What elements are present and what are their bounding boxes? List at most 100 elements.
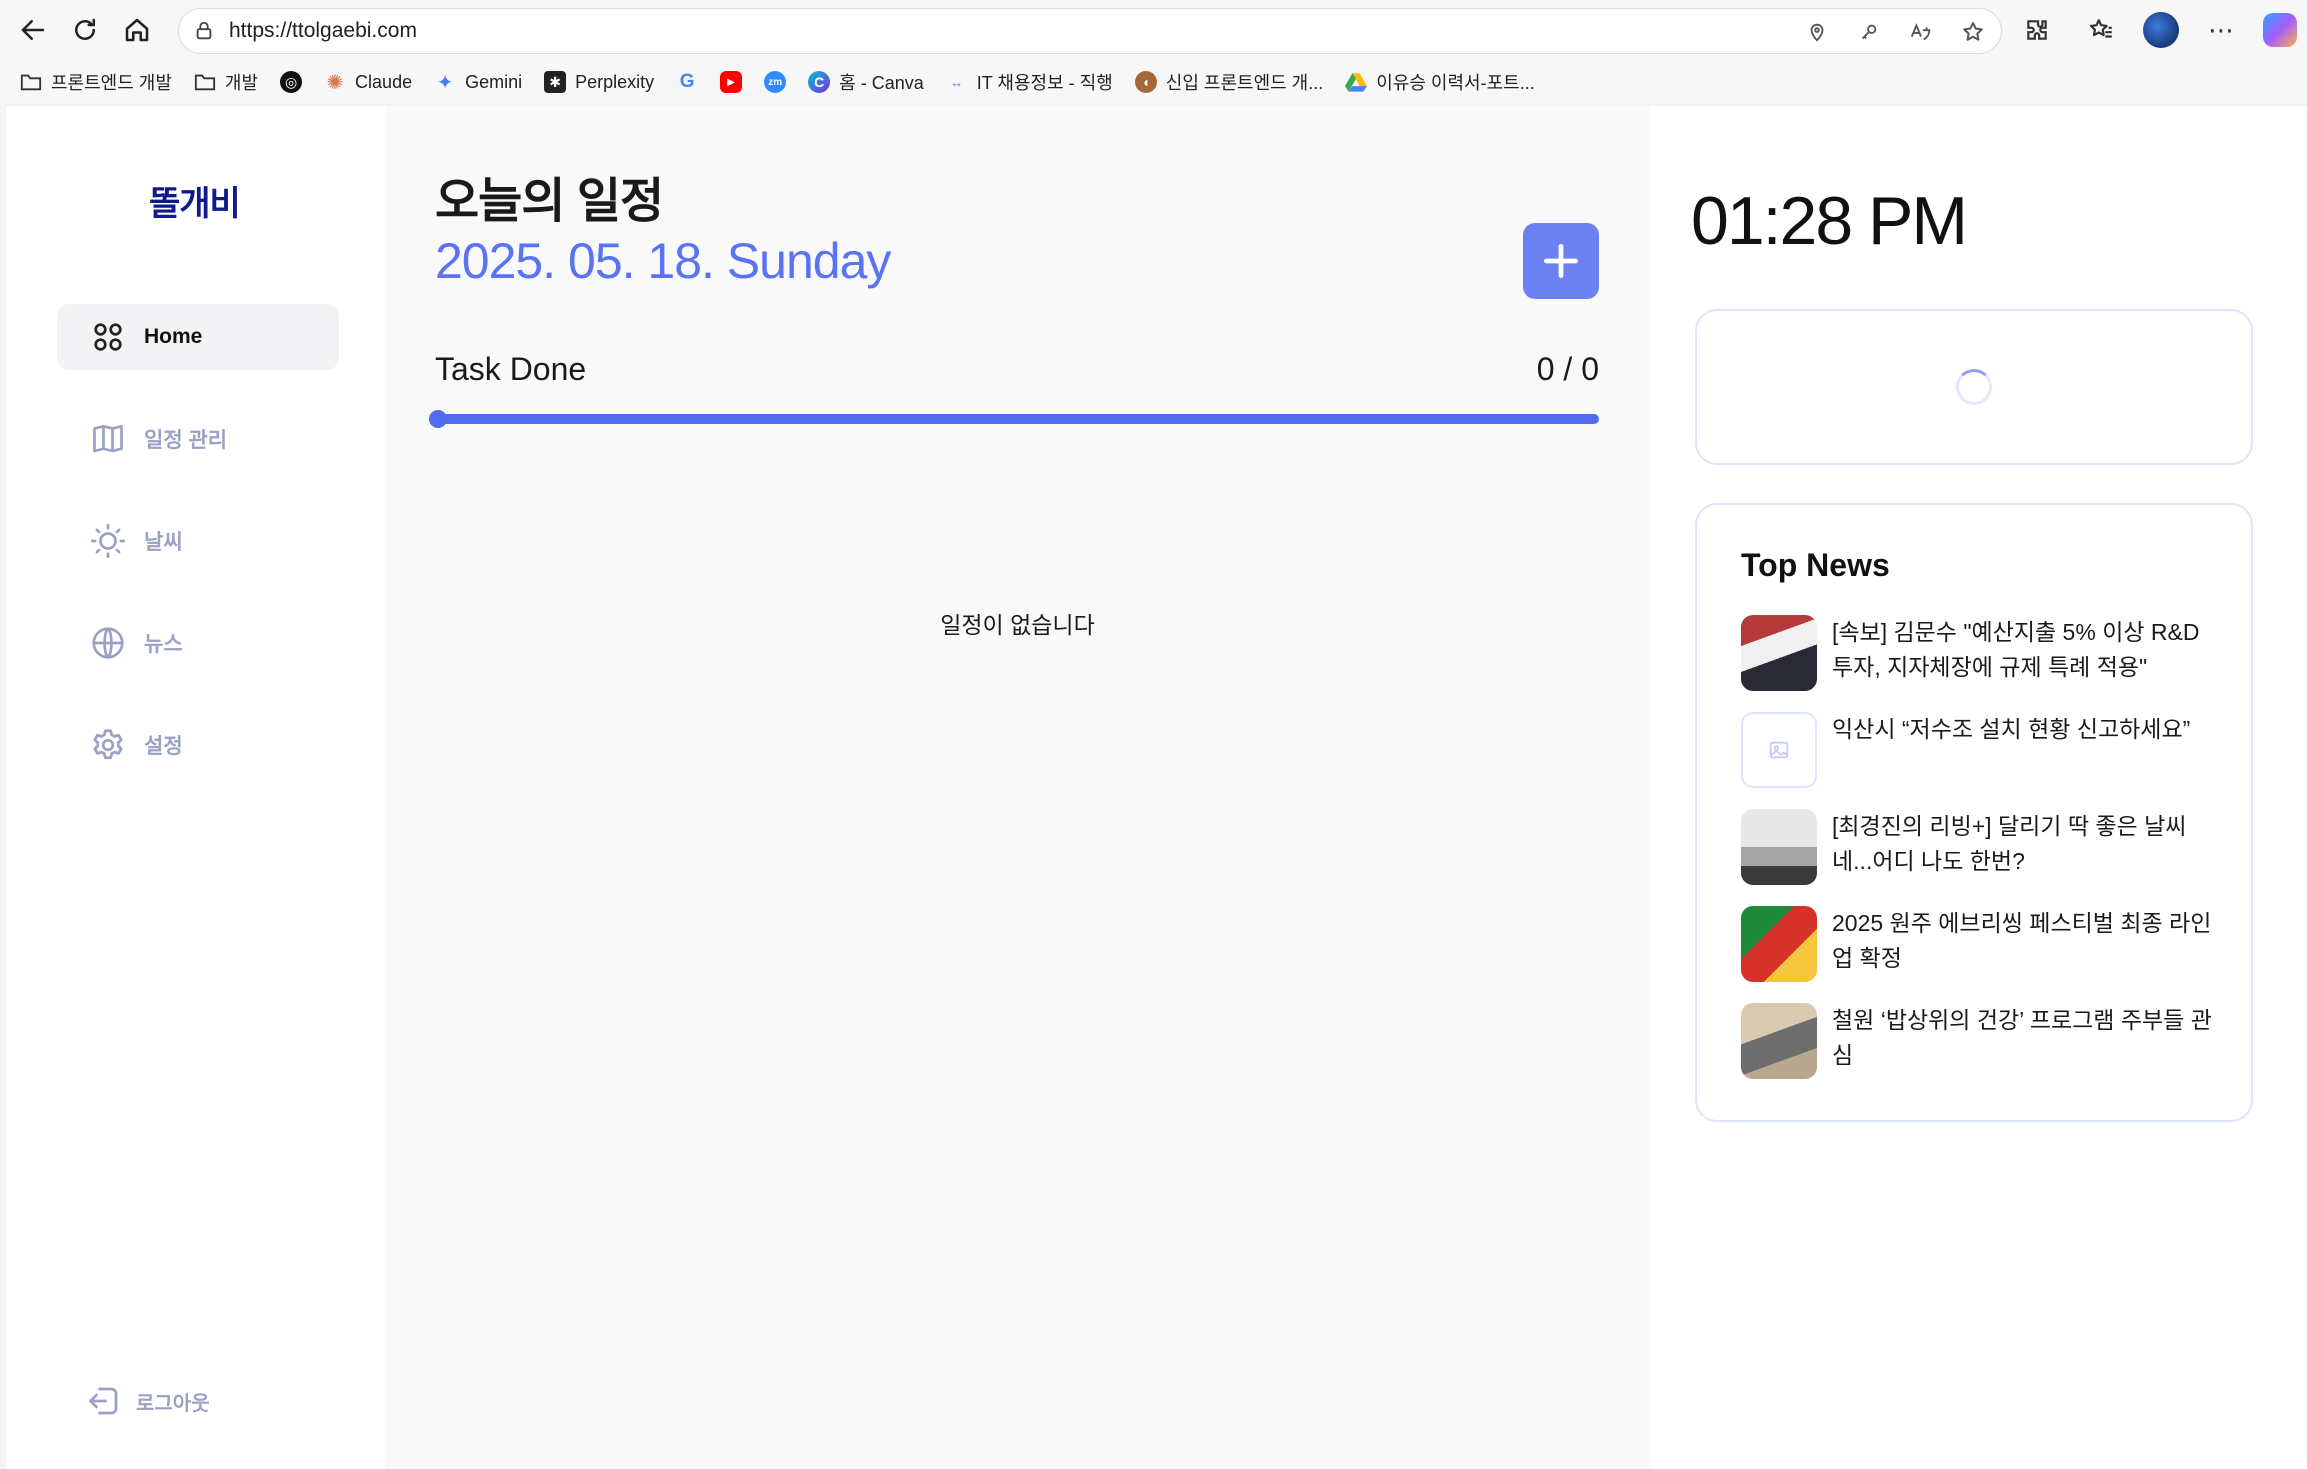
grid-icon [94,323,122,351]
bookmark-frontend-folder[interactable]: 프론트엔드 개발 [20,69,172,95]
bookmark-jikhaeng[interactable]: ↔ IT 채용정보 - 직행 [946,69,1113,95]
more-options-icon[interactable]: ⋯ [2199,8,2243,52]
plus-icon [1543,243,1579,279]
clock: 01:28 PM [1691,183,1968,259]
canva-icon: C [808,71,831,93]
news-headline[interactable]: 익산시 “저수조 설치 현황 신고하세요” [1832,712,2190,747]
sidebar-item-home[interactable]: Home [57,304,339,370]
current-date: 2025. 05. 18. Sunday [435,233,891,289]
news-headline[interactable]: [속보] 김문수 "예산지출 5% 이상 R&D 투자, 지자체장에 규제 특례… [1832,615,2221,685]
browser-toolbar: https://ttolgaebi.com ⋯ [0,0,2307,60]
sidebar-item-label: Home [144,325,203,348]
sidebar-item-label: 뉴스 [144,633,183,656]
news-card: Top News [속보] 김문수 "예산지출 5% 이상 R&D 투자, 지자… [1695,503,2253,1122]
bookmark-zoom[interactable]: zm [764,71,787,93]
sidebar-item-label: 일정 관리 [144,429,228,452]
squirrel-icon: ◖ [1134,71,1157,93]
news-headline[interactable]: [최경진의 리빙+] 달리기 딱 좋은 날씨네...어디 나도 한번? [1832,809,2221,879]
news-item[interactable]: [속보] 김문수 "예산지출 5% 이상 R&D 투자, 지자체장에 규제 특례… [1741,615,2221,712]
home-button[interactable] [118,11,156,49]
google-drive-icon [1345,71,1368,93]
folder-icon [20,74,42,91]
sidebar-item-label: 설정 [144,735,183,758]
news-item[interactable]: [최경진의 리빙+] 달리기 딱 좋은 날씨네...어디 나도 한번? [1741,809,2221,906]
weather-card [1695,309,2253,465]
sidebar: 똘개비 Home 일정 관리 날씨 뉴스 설정 로그아웃 [6,106,386,1469]
bookmark-perplexity[interactable]: ✱ Perplexity [544,71,654,93]
copilot-icon[interactable] [2263,13,2297,47]
app-page: 똘개비 Home 일정 관리 날씨 뉴스 설정 로그아웃 오늘의 일정 2025… [6,106,2307,1469]
news-item[interactable]: 2025 원주 에브리씽 페스티벌 최종 라인업 확정 [1741,906,2221,1003]
news-item[interactable]: 철원 ‘밥상위의 건강’ 프로그램 주부들 관심 [1741,1003,2221,1100]
bookmark-google[interactable]: G [676,71,698,93]
back-button[interactable] [14,11,52,49]
location-icon[interactable] [1803,18,1831,46]
lock-icon[interactable] [193,20,215,42]
progress-handle [429,410,447,428]
empty-schedule-message: 일정이 없습니다 [940,612,1095,638]
bookmark-gemini[interactable]: ✦ Gemini [434,71,522,94]
bookmark-canva[interactable]: C 홈 - Canva [808,69,924,95]
sidebar-item-schedule[interactable]: 일정 관리 [57,406,339,472]
sun-icon [90,523,126,559]
page-title: 오늘의 일정 [435,175,664,228]
main-content: 오늘의 일정 2025. 05. 18. Sunday Task Done 0 … [386,106,1649,1469]
news-thumbnail [1741,1003,1817,1079]
folder-icon [194,74,216,91]
logout-icon [89,1387,118,1415]
claude-icon: ✺ [326,71,344,94]
news-list: [속보] 김문수 "예산지출 5% 이상 R&D 투자, 지자체장에 규제 특례… [1741,615,2221,1100]
sidebar-item-news[interactable]: 뉴스 [57,610,339,676]
sidebar-item-settings[interactable]: 설정 [57,712,339,778]
favorites-icon[interactable] [2079,8,2123,52]
news-headline[interactable]: 2025 원주 에브리씽 페스티벌 최종 라인업 확정 [1832,906,2221,976]
bookmarks-bar: 프론트엔드 개발 개발 ◎ ✺ Claude ✦ Gemini ✱ Perple… [0,60,2307,104]
book-icon [93,424,123,453]
gemini-icon: ✦ [436,71,454,94]
loading-spinner-icon [1956,369,1992,405]
key-icon[interactable] [1855,18,1883,46]
bookmark-dev-folder[interactable]: 개발 [194,69,258,95]
youtube-icon: ▶ [720,71,743,93]
logout-label: 로그아웃 [136,1392,210,1415]
image-placeholder-icon [1769,741,1789,759]
sidebar-item-label: 날씨 [144,531,183,554]
profile-avatar[interactable] [2143,12,2179,48]
translate-icon[interactable] [1907,18,1935,46]
extensions-icon[interactable] [2015,8,2059,52]
news-thumbnail [1741,906,1817,982]
jikhaeng-icon: ↔ [950,74,964,90]
bookmark-youtube[interactable]: ▶ [720,71,743,93]
google-icon: G [679,71,695,92]
refresh-button[interactable] [66,11,104,49]
task-progress-bar [429,410,1599,428]
refresh-icon [75,18,95,40]
news-thumbnail [1741,615,1817,691]
task-done-count: 0 / 0 [1536,351,1599,387]
app-logo[interactable]: 똘개비 [149,176,241,225]
add-schedule-button[interactable] [1523,223,1599,299]
news-item[interactable]: 익산시 “저수조 설치 현황 신고하세요” [1741,712,2221,809]
globe-icon [92,627,124,659]
news-thumbnail [1741,712,1817,788]
sidebar-item-weather[interactable]: 날씨 [57,508,339,574]
favorite-star-icon[interactable] [1959,18,1987,46]
address-bar[interactable]: https://ttolgaebi.com [178,8,2002,54]
perplexity-icon: ✱ [544,71,567,93]
openai-icon: ◎ [280,71,303,93]
task-done-label: Task Done [435,351,587,387]
gear-icon [93,729,123,760]
home-icon [125,18,149,42]
news-headline[interactable]: 철원 ‘밥상위의 건강’ 프로그램 주부들 관심 [1832,1003,2221,1073]
news-title: Top News [1741,547,1890,583]
arrow-left-icon [21,20,45,40]
url-text[interactable]: https://ttolgaebi.com [229,19,417,43]
right-panel: 01:28 PM Top News [속보] 김문수 "예산지출 5% 이상 R… [1649,106,2307,1469]
bookmark-openai[interactable]: ◎ [280,71,303,93]
bookmark-frontend-job[interactable]: ◖ 신입 프론트엔드 개... [1134,69,1323,95]
news-thumbnail [1741,809,1817,885]
bookmark-resume[interactable]: 이유승 이력서-포트... [1345,69,1535,95]
logout-button[interactable]: 로그아웃 [86,1383,210,1419]
zoom-icon: zm [764,71,787,93]
bookmark-claude[interactable]: ✺ Claude [324,71,412,94]
